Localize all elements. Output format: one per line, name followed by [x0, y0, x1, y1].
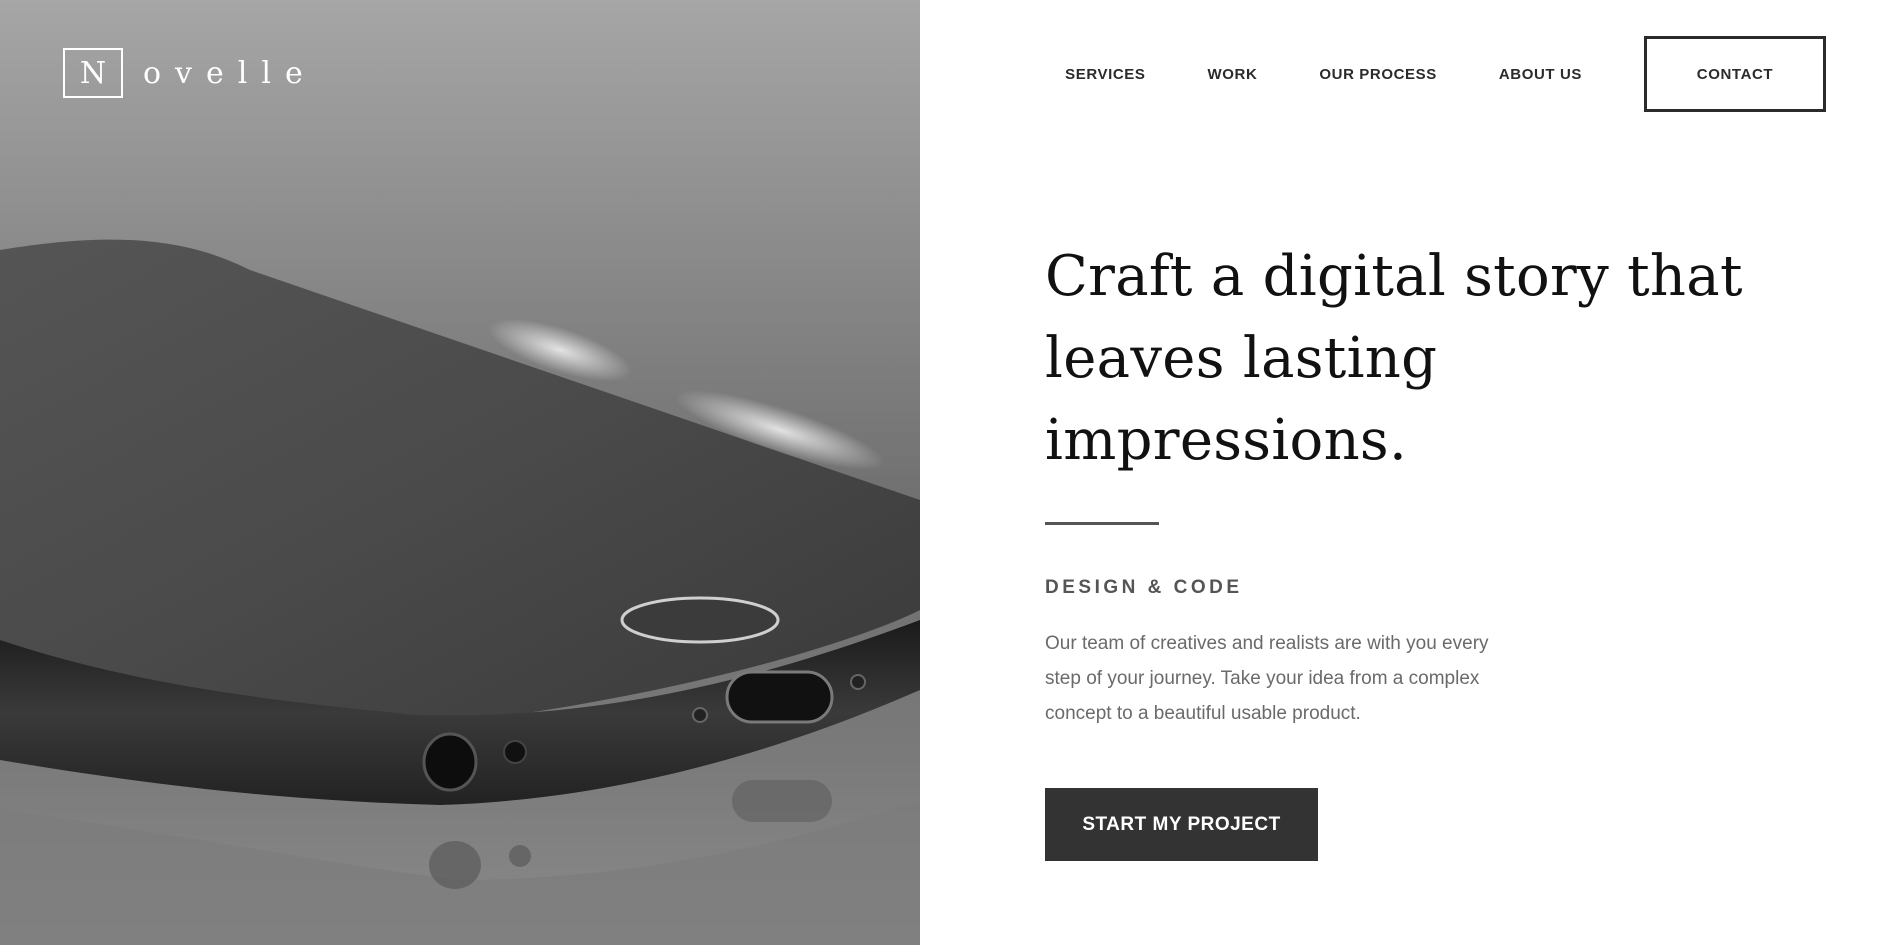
description-line-2: step of your journey. Take your idea fro…: [1045, 668, 1480, 689]
headline-line-2: leaves lasting impressions.: [1045, 326, 1438, 473]
description-line-1: Our team of creatives and realists are w…: [1045, 633, 1489, 654]
logo-wordmark: ovelle: [143, 55, 317, 91]
contact-button[interactable]: CONTACT: [1644, 36, 1826, 112]
nav-about-us[interactable]: ABOUT US: [1499, 66, 1582, 83]
headline-line-1: Craft a digital story that: [1045, 244, 1743, 309]
main-navigation: SERVICES WORK OUR PROCESS ABOUT US CONTA…: [1065, 36, 1826, 112]
hero-headline: Craft a digital story that leaves lastin…: [1045, 236, 1805, 482]
hero-phone-image: N ovelle: [0, 0, 920, 945]
logo[interactable]: N ovelle: [63, 48, 317, 98]
phone-illustration: [0, 0, 920, 945]
nav-services[interactable]: SERVICES: [1065, 66, 1145, 83]
logo-mark: N: [63, 48, 123, 98]
nav-work[interactable]: WORK: [1208, 66, 1258, 83]
hero-content: Craft a digital story that leaves lastin…: [1045, 236, 1805, 861]
logo-initial: N: [79, 55, 107, 91]
hero-description: Our team of creatives and realists are w…: [1045, 626, 1585, 731]
start-project-button[interactable]: START MY PROJECT: [1045, 788, 1318, 861]
section-eyebrow: DESIGN & CODE: [1045, 577, 1243, 598]
description-line-3: concept to a beautiful usable product.: [1045, 703, 1361, 724]
headline-divider: [1045, 522, 1159, 525]
nav-our-process[interactable]: OUR PROCESS: [1319, 66, 1436, 83]
